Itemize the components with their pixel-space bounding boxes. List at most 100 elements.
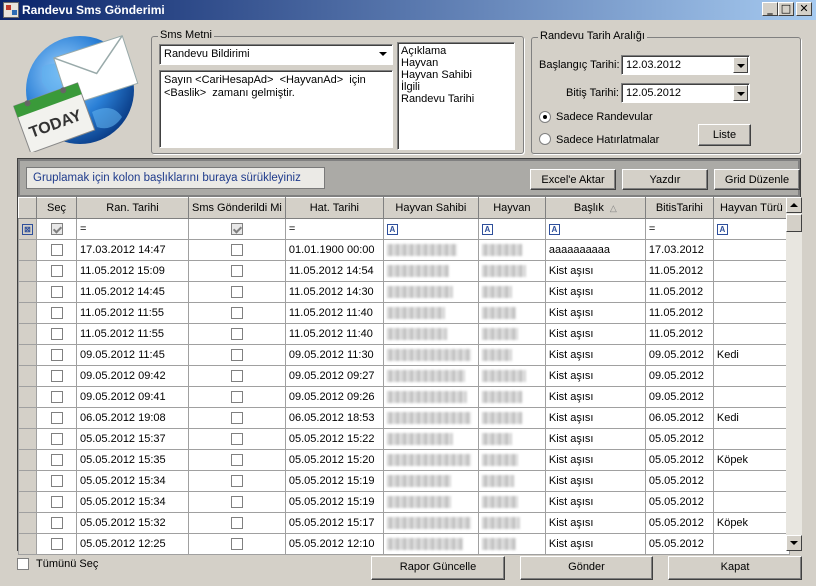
cell-hayvan[interactable] <box>477 533 546 555</box>
cell-baslik[interactable]: Kist aşısı <box>544 407 646 429</box>
cell-bitis-tarihi[interactable]: 05.05.2012 <box>644 428 714 450</box>
cell-hayvan-sahibi[interactable] <box>382 470 479 492</box>
row-select-checkbox-cell[interactable] <box>36 323 77 345</box>
row-select-checkbox[interactable] <box>50 286 63 299</box>
cell-hayvan-turu[interactable] <box>712 281 790 303</box>
cell-ran-tarihi[interactable]: 05.05.2012 15:37 <box>76 428 189 450</box>
column-header-ran-tarihi[interactable]: Ran. Tarihi <box>76 197 189 219</box>
row-select-checkbox-cell[interactable] <box>36 302 77 324</box>
cell-hayvan-turu[interactable] <box>712 428 790 450</box>
cell-hayvan-turu[interactable] <box>712 386 790 408</box>
cell-ran-tarihi[interactable]: 05.05.2012 15:32 <box>76 512 189 534</box>
row-select-checkbox[interactable] <box>50 349 63 362</box>
cell-hat-tarihi[interactable]: 06.05.2012 18:53 <box>284 407 384 429</box>
row-select-checkbox[interactable] <box>50 538 63 551</box>
row-indicator[interactable] <box>18 302 37 324</box>
cell-hayvan[interactable] <box>477 407 546 429</box>
select-all-checkbox[interactable] <box>17 558 29 570</box>
chevron-down-icon[interactable] <box>733 57 748 73</box>
table-row[interactable]: 09.05.2012 09:41 09.05.2012 09:26 Kist aşı… <box>18 386 790 408</box>
cell-baslik[interactable]: Kist aşısı <box>544 470 646 492</box>
cell-hayvan[interactable] <box>477 449 546 471</box>
cell-sms-gonderildi[interactable] <box>188 407 286 429</box>
cell-hayvan[interactable] <box>477 323 546 345</box>
column-header-sec[interactable]: Seç <box>36 197 77 219</box>
cell-hayvan[interactable] <box>477 239 546 261</box>
cell-ran-tarihi[interactable]: 05.05.2012 15:34 <box>76 470 189 492</box>
cell-hat-tarihi[interactable]: 11.05.2012 14:30 <box>284 281 384 303</box>
column-header-bitis-tarihi[interactable]: BitisTarihi <box>644 197 714 219</box>
row-select-checkbox-cell[interactable] <box>36 386 77 408</box>
row-select-checkbox-cell[interactable] <box>36 260 77 282</box>
cell-hayvan-turu[interactable]: Kedi <box>712 407 790 429</box>
cell-hayvan-turu[interactable] <box>712 533 790 555</box>
row-select-checkbox-cell[interactable] <box>36 281 77 303</box>
cell-hayvan-sahibi[interactable] <box>382 386 479 408</box>
cell-hayvan-sahibi[interactable] <box>382 428 479 450</box>
row-select-checkbox[interactable] <box>50 433 63 446</box>
group-by-area[interactable]: Gruplamak için kolon başlıklarını buraya… <box>20 161 800 195</box>
minimize-button[interactable]: _ <box>762 2 778 16</box>
radio-appointments-label[interactable]: Sadece Randevular <box>556 111 653 123</box>
cell-hayvan-turu[interactable] <box>712 239 790 261</box>
cell-hayvan-sahibi[interactable] <box>382 344 479 366</box>
sms-sent-checkbox[interactable] <box>230 412 243 425</box>
cell-hayvan-turu[interactable]: Kedi <box>712 344 790 366</box>
row-select-checkbox[interactable] <box>50 265 63 278</box>
cell-bitis-tarihi[interactable]: 06.05.2012 <box>644 407 714 429</box>
row-select-checkbox-cell[interactable] <box>36 239 77 261</box>
table-row[interactable]: 11.05.2012 15:09 11.05.2012 14:54 Kist aşı… <box>18 260 790 282</box>
cell-sms-gonderildi[interactable] <box>188 323 286 345</box>
cell-hat-tarihi[interactable]: 09.05.2012 11:30 <box>284 344 384 366</box>
cell-hayvan[interactable] <box>477 512 546 534</box>
cell-sms-gonderildi[interactable] <box>188 239 286 261</box>
cell-ran-tarihi[interactable]: 05.05.2012 15:34 <box>76 491 189 513</box>
cell-baslik[interactable]: Kist aşısı <box>544 302 646 324</box>
cell-bitis-tarihi[interactable]: 05.05.2012 <box>644 512 714 534</box>
cell-bitis-tarihi[interactable]: 05.05.2012 <box>644 470 714 492</box>
cell-hat-tarihi[interactable]: 05.05.2012 15:17 <box>284 512 384 534</box>
list-button[interactable]: Liste <box>698 124 751 146</box>
cell-ran-tarihi[interactable]: 17.03.2012 14:47 <box>76 239 189 261</box>
cell-hayvan[interactable] <box>477 491 546 513</box>
cell-hayvan-turu[interactable] <box>712 323 790 345</box>
filter-sms-gonderildi[interactable] <box>188 218 286 240</box>
cell-ran-tarihi[interactable]: 05.05.2012 12:25 <box>76 533 189 555</box>
filter-hayvan-turu[interactable]: A <box>712 218 790 240</box>
cell-hayvan-turu[interactable] <box>712 491 790 513</box>
cell-bitis-tarihi[interactable]: 11.05.2012 <box>644 323 714 345</box>
grid-vertical-scrollbar[interactable] <box>786 197 802 551</box>
radio-reminders-only[interactable] <box>539 133 551 145</box>
cell-baslik[interactable]: aaaaaaaaaa <box>544 239 646 261</box>
cell-sms-gonderildi[interactable] <box>188 281 286 303</box>
chevron-down-icon[interactable] <box>376 46 391 63</box>
row-select-checkbox[interactable] <box>50 244 63 257</box>
cell-hayvan-sahibi[interactable] <box>382 512 479 534</box>
row-indicator[interactable] <box>18 428 37 450</box>
list-item[interactable]: Açıklama <box>398 45 514 57</box>
sms-field-list[interactable]: Açıklama Hayvan Hayvan Sahibi İlgili Ran… <box>397 42 515 150</box>
cell-sms-gonderildi[interactable] <box>188 491 286 513</box>
export-excel-button[interactable]: Excel'e Aktar <box>530 169 616 190</box>
cell-baslik[interactable]: Kist aşısı <box>544 512 646 534</box>
select-all-label[interactable]: Tümünü Seç <box>36 558 98 570</box>
cell-sms-gonderildi[interactable] <box>188 533 286 555</box>
cell-hayvan-sahibi[interactable] <box>382 449 479 471</box>
cell-bitis-tarihi[interactable]: 09.05.2012 <box>644 386 714 408</box>
column-header-hayvan-turu[interactable]: Hayvan Türü <box>712 197 790 219</box>
table-row[interactable]: 05.05.2012 15:37 05.05.2012 15:22 Kist aşı… <box>18 428 790 450</box>
row-indicator[interactable] <box>18 491 37 513</box>
table-row[interactable]: 09.05.2012 11:45 09.05.2012 11:30 Kist aşı… <box>18 344 790 366</box>
cell-sms-gonderildi[interactable] <box>188 302 286 324</box>
list-item[interactable]: Randevu Tarihi <box>398 93 514 105</box>
send-button[interactable]: Gönder <box>520 556 653 580</box>
start-date-picker[interactable]: 12.03.2012 <box>621 55 750 75</box>
table-row[interactable]: 09.05.2012 09:42 09.05.2012 09:27 Kist aşı… <box>18 365 790 387</box>
cell-hayvan[interactable] <box>477 428 546 450</box>
cell-hat-tarihi[interactable]: 11.05.2012 11:40 <box>284 323 384 345</box>
cell-hayvan-sahibi[interactable] <box>382 491 479 513</box>
filter-checkbox[interactable] <box>230 223 243 236</box>
table-row[interactable]: 17.03.2012 14:47 01.01.1900 00:00 aaaaaaaa… <box>18 239 790 261</box>
cell-sms-gonderildi[interactable] <box>188 386 286 408</box>
close-button[interactable]: Kapat <box>668 556 802 580</box>
